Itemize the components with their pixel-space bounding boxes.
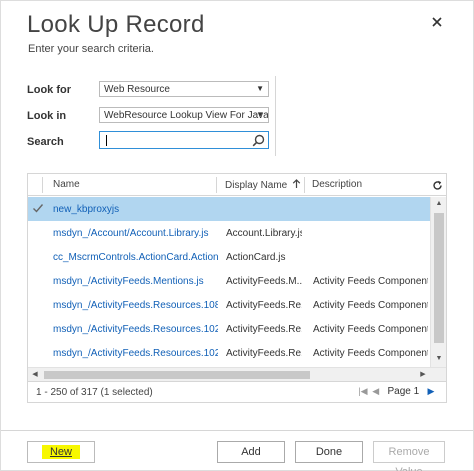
cell-display-name: ActivityFeeds.Re...	[226, 348, 302, 359]
cell-name[interactable]: cc_MscrmControls.ActionCard.Action...	[53, 252, 218, 263]
column-header-name[interactable]: Name	[53, 179, 80, 190]
sort-ascending-icon	[292, 179, 301, 188]
cell-display-name: Account.Library.js	[226, 228, 302, 239]
lookup-dialog: Look Up Record Enter your search criteri…	[0, 0, 474, 471]
search-icon[interactable]	[252, 134, 265, 147]
scroll-down-icon[interactable]: ▼	[431, 355, 447, 362]
cell-display-name: ActionCard.js	[226, 252, 286, 263]
column-header-display-name[interactable]: Display Name	[225, 179, 301, 191]
cell-name[interactable]: msdyn_/ActivityFeeds.Resources.108...	[53, 300, 218, 311]
footer-divider	[1, 430, 473, 431]
table-row[interactable]: msdyn_/Account/Account.Library.js Accoun…	[28, 221, 430, 245]
new-button-label: New	[41, 445, 80, 459]
search-input[interactable]	[99, 131, 269, 149]
dialog-title: Look Up Record	[27, 11, 205, 38]
vertical-scrollbar[interactable]: ▲ ▼	[430, 197, 446, 367]
grid-header: Name Display Name Description	[28, 174, 446, 196]
cell-name[interactable]: new_kbproxyjs	[53, 204, 218, 215]
record-count: 1 - 250 of 317 (1 selected)	[36, 387, 153, 398]
cell-name[interactable]: msdyn_/ActivityFeeds.Resources.102...	[53, 348, 218, 359]
next-page-icon[interactable]: ▶	[426, 386, 436, 397]
remove-value-button[interactable]: Remove Value	[373, 441, 445, 471]
results-grid: Name Display Name Description new_kbprox…	[27, 173, 447, 403]
cell-name[interactable]: msdyn_/ActivityFeeds.Resources.102...	[53, 324, 218, 335]
scroll-right-icon[interactable]: ▶	[416, 370, 430, 378]
grid-footer: 1 - 250 of 317 (1 selected) |◀ ◀ Page 1 …	[28, 381, 446, 403]
cell-display-name: ActivityFeeds.M...	[226, 276, 302, 287]
chevron-down-icon: ▼	[256, 84, 264, 93]
look-in-label: Look in	[27, 110, 67, 122]
table-row[interactable]: msdyn_/ActivityFeeds.Mentions.js Activit…	[28, 269, 430, 293]
cell-display-name: ActivityFeeds.Re...	[226, 324, 302, 335]
table-row[interactable]: msdyn_/ActivityFeeds.Resources.102... Ac…	[28, 341, 430, 365]
new-button[interactable]: New	[27, 441, 95, 463]
dialog-subtitle: Enter your search criteria.	[28, 43, 154, 55]
table-row[interactable]: msdyn_/ActivityFeeds.Resources.102... Ac…	[28, 317, 430, 341]
column-header-description[interactable]: Description	[312, 179, 362, 190]
grid-rows: new_kbproxyjs msdyn_/Account/Account.Lib…	[28, 197, 430, 367]
done-button[interactable]: Done	[295, 441, 363, 463]
add-button[interactable]: Add	[217, 441, 285, 463]
scroll-left-icon[interactable]: ◀	[28, 370, 42, 378]
table-row[interactable]: msdyn_/ActivityFeeds.Resources.108... Ac…	[28, 293, 430, 317]
table-row[interactable]: new_kbproxyjs	[28, 197, 430, 221]
cell-description: Activity Feeds Component	[313, 348, 428, 359]
look-for-value: Web Resource	[104, 84, 170, 95]
cell-name[interactable]: msdyn_/ActivityFeeds.Mentions.js	[53, 276, 218, 287]
look-for-select[interactable]: Web Resource ▼	[99, 81, 269, 97]
vertical-scroll-thumb[interactable]	[434, 213, 444, 343]
first-page-icon[interactable]: |◀	[358, 386, 368, 397]
table-row[interactable]: cc_MscrmControls.ActionCard.Action... Ac…	[28, 245, 430, 269]
horizontal-scroll-thumb[interactable]	[44, 371, 310, 379]
text-cursor	[106, 135, 107, 146]
pager: |◀ ◀ Page 1 ▶	[358, 386, 436, 397]
close-icon[interactable]	[430, 15, 444, 29]
column-header-label: Display Name	[225, 180, 288, 191]
refresh-icon[interactable]	[432, 180, 443, 191]
cell-description: Activity Feeds Component	[313, 324, 428, 335]
scroll-up-icon[interactable]: ▲	[431, 200, 447, 207]
cell-description: Activity Feeds Component	[313, 276, 428, 287]
previous-page-icon[interactable]: ◀	[371, 386, 381, 397]
chevron-down-icon: ▼	[256, 110, 264, 119]
checkmark-icon	[33, 204, 44, 213]
cell-name[interactable]: msdyn_/Account/Account.Library.js	[53, 228, 218, 239]
look-in-select[interactable]: WebResource Lookup View For Java ▼	[99, 107, 269, 123]
cell-description: Activity Feeds Component	[313, 300, 428, 311]
search-label: Search	[27, 136, 64, 148]
look-in-value: WebResource Lookup View For Java	[104, 110, 269, 121]
column-divider	[42, 177, 43, 193]
page-label: Page 1	[387, 386, 420, 397]
criteria-divider	[275, 76, 276, 156]
horizontal-scrollbar[interactable]: ◀ ▶	[28, 367, 446, 381]
column-divider	[216, 177, 217, 193]
column-divider	[304, 177, 305, 193]
cell-display-name: ActivityFeeds.Re...	[226, 300, 302, 311]
look-for-label: Look for	[27, 84, 71, 96]
